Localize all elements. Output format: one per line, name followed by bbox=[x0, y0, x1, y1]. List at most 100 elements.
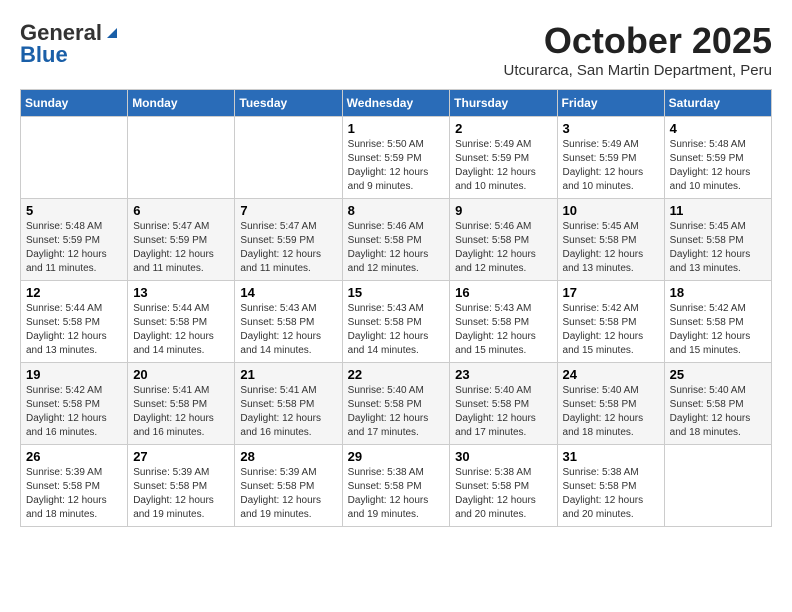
calendar-week-row: 26 Sunrise: 5:39 AMSunset: 5:58 PMDayligh… bbox=[21, 445, 772, 527]
day-info: Sunrise: 5:49 AMSunset: 5:59 PMDaylight:… bbox=[563, 138, 659, 194]
calendar-week-row: 12 Sunrise: 5:44 AMSunset: 5:58 PMDayligh… bbox=[21, 281, 772, 363]
calendar-header-row: SundayMondayTuesdayWednesdayThursdayFrid… bbox=[21, 90, 772, 117]
day-info: Sunrise: 5:39 AMSunset: 5:58 PMDaylight:… bbox=[240, 466, 336, 522]
day-number: 31 bbox=[563, 449, 659, 464]
day-number: 9 bbox=[455, 203, 551, 218]
day-number: 28 bbox=[240, 449, 336, 464]
calendar-cell: 5 Sunrise: 5:48 AMSunset: 5:59 PMDaylight… bbox=[21, 199, 128, 281]
page-header: General Blue October 2025 Utcurarca, San… bbox=[20, 20, 772, 79]
calendar-cell: 26 Sunrise: 5:39 AMSunset: 5:58 PMDayligh… bbox=[21, 445, 128, 527]
day-number: 3 bbox=[563, 121, 659, 136]
calendar-cell: 14Sunrise: 5:43 AMSunset: 5:58 PMDayligh… bbox=[235, 281, 342, 363]
logo-blue: Blue bbox=[20, 42, 68, 68]
calendar-cell: 21Sunrise: 5:41 AMSunset: 5:58 PMDayligh… bbox=[235, 363, 342, 445]
calendar-cell: 3 Sunrise: 5:49 AMSunset: 5:59 PMDaylight… bbox=[557, 117, 664, 199]
calendar-cell bbox=[235, 117, 342, 199]
calendar-cell: 27 Sunrise: 5:39 AMSunset: 5:58 PMDayligh… bbox=[128, 445, 235, 527]
day-info: Sunrise: 5:41 AMSunset: 5:58 PMDaylight:… bbox=[133, 384, 229, 440]
calendar-cell: 31 Sunrise: 5:38 AMSunset: 5:58 PMDayligh… bbox=[557, 445, 664, 527]
calendar-cell: 23Sunrise: 5:40 AMSunset: 5:58 PMDayligh… bbox=[450, 363, 557, 445]
day-number: 30 bbox=[455, 449, 551, 464]
calendar-day-header: Thursday bbox=[450, 90, 557, 117]
calendar-day-header: Sunday bbox=[21, 90, 128, 117]
calendar-cell: 8Sunrise: 5:46 AMSunset: 5:58 PMDaylight… bbox=[342, 199, 450, 281]
calendar-cell: 10Sunrise: 5:45 AMSunset: 5:58 PMDayligh… bbox=[557, 199, 664, 281]
calendar-day-header: Saturday bbox=[664, 90, 771, 117]
day-number: 11 bbox=[670, 203, 766, 218]
day-info: Sunrise: 5:40 AMSunset: 5:58 PMDaylight:… bbox=[348, 384, 445, 440]
day-info: Sunrise: 5:44 AMSunset: 5:58 PMDaylight:… bbox=[26, 302, 122, 358]
day-info: Sunrise: 5:40 AMSunset: 5:58 PMDaylight:… bbox=[455, 384, 551, 440]
calendar-cell: 4 Sunrise: 5:48 AMSunset: 5:59 PMDaylight… bbox=[664, 117, 771, 199]
calendar-day-header: Wednesday bbox=[342, 90, 450, 117]
calendar-cell: 1Sunrise: 5:50 AMSunset: 5:59 PMDaylight… bbox=[342, 117, 450, 199]
calendar-cell: 28 Sunrise: 5:39 AMSunset: 5:58 PMDayligh… bbox=[235, 445, 342, 527]
calendar-week-row: 5 Sunrise: 5:48 AMSunset: 5:59 PMDaylight… bbox=[21, 199, 772, 281]
calendar-day-header: Tuesday bbox=[235, 90, 342, 117]
day-info: Sunrise: 5:43 AMSunset: 5:58 PMDaylight:… bbox=[455, 302, 551, 358]
day-number: 27 bbox=[133, 449, 229, 464]
calendar-cell: 17 Sunrise: 5:42 AMSunset: 5:58 PMDayligh… bbox=[557, 281, 664, 363]
calendar-cell bbox=[21, 117, 128, 199]
day-number: 13 bbox=[133, 285, 229, 300]
calendar-cell: 25Sunrise: 5:40 AMSunset: 5:58 PMDayligh… bbox=[664, 363, 771, 445]
day-number: 12 bbox=[26, 285, 122, 300]
day-number: 24 bbox=[563, 367, 659, 382]
calendar-cell: 22 Sunrise: 5:40 AMSunset: 5:58 PMDayligh… bbox=[342, 363, 450, 445]
calendar-cell: 15Sunrise: 5:43 AMSunset: 5:58 PMDayligh… bbox=[342, 281, 450, 363]
day-number: 5 bbox=[26, 203, 122, 218]
calendar-cell: 6Sunrise: 5:47 AMSunset: 5:59 PMDaylight… bbox=[128, 199, 235, 281]
day-info: Sunrise: 5:39 AMSunset: 5:58 PMDaylight:… bbox=[133, 466, 229, 522]
calendar-cell: 11 Sunrise: 5:45 AMSunset: 5:58 PMDayligh… bbox=[664, 199, 771, 281]
day-info: Sunrise: 5:42 AMSunset: 5:58 PMDaylight:… bbox=[26, 384, 122, 440]
calendar-cell bbox=[664, 445, 771, 527]
day-info: Sunrise: 5:38 AMSunset: 5:58 PMDaylight:… bbox=[563, 466, 659, 522]
calendar-day-header: Friday bbox=[557, 90, 664, 117]
day-number: 16 bbox=[455, 285, 551, 300]
day-info: Sunrise: 5:45 AMSunset: 5:58 PMDaylight:… bbox=[670, 220, 766, 276]
day-info: Sunrise: 5:40 AMSunset: 5:58 PMDaylight:… bbox=[563, 384, 659, 440]
calendar-cell: 7Sunrise: 5:47 AMSunset: 5:59 PMDaylight… bbox=[235, 199, 342, 281]
day-info: Sunrise: 5:48 AMSunset: 5:59 PMDaylight:… bbox=[26, 220, 122, 276]
day-info: Sunrise: 5:38 AMSunset: 5:58 PMDaylight:… bbox=[455, 466, 551, 522]
calendar-cell: 9 Sunrise: 5:46 AMSunset: 5:58 PMDaylight… bbox=[450, 199, 557, 281]
day-number: 1 bbox=[348, 121, 445, 136]
day-info: Sunrise: 5:44 AMSunset: 5:58 PMDaylight:… bbox=[133, 302, 229, 358]
location: Utcurarca, San Martin Department, Peru bbox=[504, 62, 772, 79]
day-number: 14 bbox=[240, 285, 336, 300]
day-info: Sunrise: 5:42 AMSunset: 5:58 PMDaylight:… bbox=[563, 302, 659, 358]
logo-arrow-icon bbox=[103, 24, 121, 42]
calendar-table: SundayMondayTuesdayWednesdayThursdayFrid… bbox=[20, 89, 772, 527]
day-number: 18 bbox=[670, 285, 766, 300]
calendar-cell: 12 Sunrise: 5:44 AMSunset: 5:58 PMDayligh… bbox=[21, 281, 128, 363]
day-number: 29 bbox=[348, 449, 445, 464]
day-number: 4 bbox=[670, 121, 766, 136]
calendar-cell: 29Sunrise: 5:38 AMSunset: 5:58 PMDayligh… bbox=[342, 445, 450, 527]
day-number: 17 bbox=[563, 285, 659, 300]
day-number: 22 bbox=[348, 367, 445, 382]
day-info: Sunrise: 5:49 AMSunset: 5:59 PMDaylight:… bbox=[455, 138, 551, 194]
calendar-cell: 16 Sunrise: 5:43 AMSunset: 5:58 PMDayligh… bbox=[450, 281, 557, 363]
day-number: 19 bbox=[26, 367, 122, 382]
calendar-cell: 24 Sunrise: 5:40 AMSunset: 5:58 PMDayligh… bbox=[557, 363, 664, 445]
day-number: 7 bbox=[240, 203, 336, 218]
month-year: October 2025 bbox=[504, 20, 772, 62]
day-info: Sunrise: 5:46 AMSunset: 5:58 PMDaylight:… bbox=[455, 220, 551, 276]
day-number: 10 bbox=[563, 203, 659, 218]
calendar-cell: 18 Sunrise: 5:42 AMSunset: 5:58 PMDayligh… bbox=[664, 281, 771, 363]
day-number: 8 bbox=[348, 203, 445, 218]
day-number: 26 bbox=[26, 449, 122, 464]
calendar-cell: 2Sunrise: 5:49 AMSunset: 5:59 PMDaylight… bbox=[450, 117, 557, 199]
calendar-week-row: 19 Sunrise: 5:42 AMSunset: 5:58 PMDayligh… bbox=[21, 363, 772, 445]
calendar-cell bbox=[128, 117, 235, 199]
day-info: Sunrise: 5:39 AMSunset: 5:58 PMDaylight:… bbox=[26, 466, 122, 522]
calendar-cell: 30 Sunrise: 5:38 AMSunset: 5:58 PMDayligh… bbox=[450, 445, 557, 527]
title-block: October 2025 Utcurarca, San Martin Depar… bbox=[504, 20, 772, 79]
logo: General Blue bbox=[20, 20, 121, 68]
day-info: Sunrise: 5:42 AMSunset: 5:58 PMDaylight:… bbox=[670, 302, 766, 358]
day-info: Sunrise: 5:41 AMSunset: 5:58 PMDaylight:… bbox=[240, 384, 336, 440]
calendar-cell: 20Sunrise: 5:41 AMSunset: 5:58 PMDayligh… bbox=[128, 363, 235, 445]
day-info: Sunrise: 5:48 AMSunset: 5:59 PMDaylight:… bbox=[670, 138, 766, 194]
day-info: Sunrise: 5:43 AMSunset: 5:58 PMDaylight:… bbox=[348, 302, 445, 358]
calendar-cell: 19 Sunrise: 5:42 AMSunset: 5:58 PMDayligh… bbox=[21, 363, 128, 445]
